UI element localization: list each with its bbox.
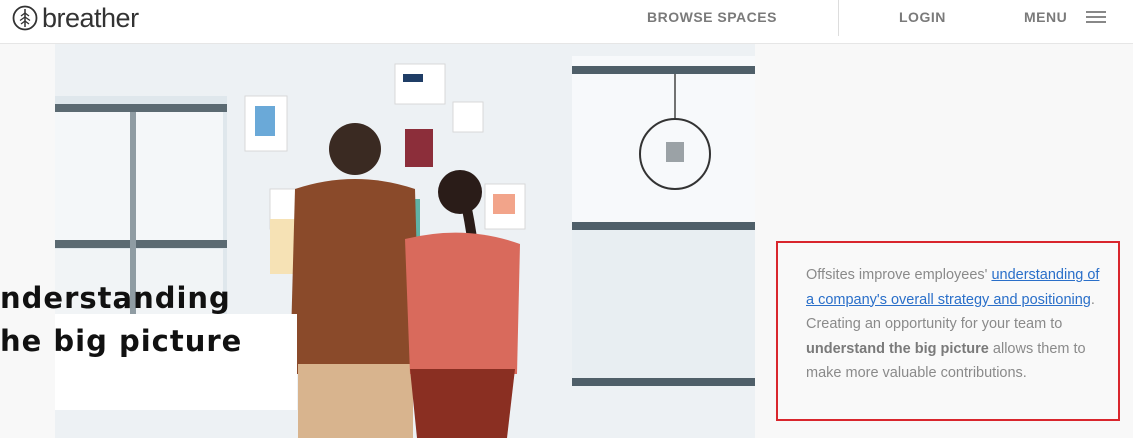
brand-name: breather xyxy=(42,3,139,33)
callout-text-intro: Offsites improve employees' xyxy=(806,267,988,283)
nav-divider xyxy=(838,0,839,36)
browse-spaces-link[interactable]: BROWSE SPACES xyxy=(647,9,777,25)
hero-title-line-2: he big picture xyxy=(0,324,243,358)
hamburger-menu-icon[interactable] xyxy=(1086,11,1106,23)
top-navigation-bar: breather BROWSE SPACES LOGIN MENU xyxy=(0,0,1133,44)
menu-link[interactable]: MENU xyxy=(1024,9,1067,25)
hero-photo xyxy=(55,44,755,438)
highlighted-callout: Offsites improve employees' understandin… xyxy=(776,241,1120,421)
brand-logo[interactable]: breather xyxy=(12,3,139,33)
hero-title-line-1: nderstanding xyxy=(0,281,231,315)
login-link[interactable]: LOGIN xyxy=(899,9,946,25)
tree-logo-icon xyxy=(12,5,38,31)
callout-bold-text: understand the big picture xyxy=(806,340,989,357)
callout-text: Offsites improve employees' understandin… xyxy=(806,263,1111,386)
